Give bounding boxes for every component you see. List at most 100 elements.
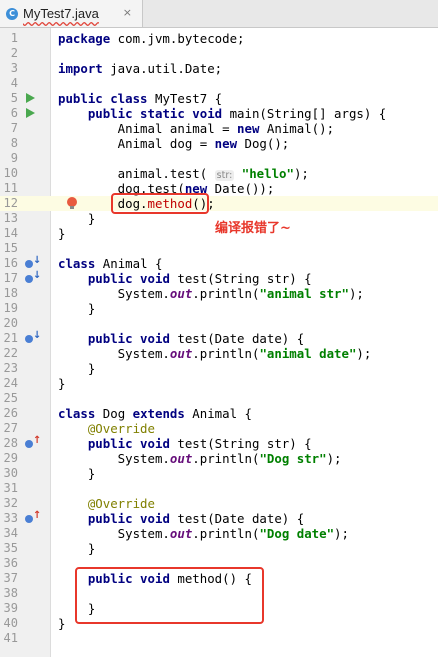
line-number: 20 bbox=[3, 316, 18, 330]
line-number: 23 bbox=[3, 361, 18, 375]
line-number: 29 bbox=[3, 451, 18, 465]
line-number: 3 bbox=[10, 61, 18, 75]
code-text: import java.util.Date; bbox=[58, 61, 223, 76]
line-number: 27 bbox=[3, 421, 18, 435]
code-text: System.out.println("animal str"); bbox=[58, 286, 364, 301]
code-text: } bbox=[58, 361, 96, 376]
code-line[interactable]: 23 } bbox=[0, 361, 438, 376]
code-line[interactable]: 16 ↓ class Animal { bbox=[0, 255, 438, 271]
code-line[interactable]: 11 dog.test(new Date()); bbox=[0, 181, 438, 196]
run-icon[interactable] bbox=[26, 108, 35, 118]
code-line[interactable]: 24} bbox=[0, 376, 438, 391]
line-number: 30 bbox=[3, 466, 18, 480]
code-line[interactable]: 27 @Override bbox=[0, 421, 438, 436]
editor-tab-bar: C MyTest7.java × bbox=[0, 0, 438, 28]
line-number: 9 bbox=[10, 151, 18, 165]
code-line[interactable]: 33 ↑ public void test(Date date) { bbox=[0, 510, 438, 526]
code-line[interactable]: 20 bbox=[0, 316, 438, 331]
code-line[interactable]: 21 ↓ public void test(Date date) { bbox=[0, 330, 438, 346]
code-line[interactable]: 18 System.out.println("animal str"); bbox=[0, 286, 438, 301]
line-number: 15 bbox=[3, 241, 18, 255]
code-line[interactable]: 8 Animal dog = new Dog(); bbox=[0, 136, 438, 151]
line-number: 41 bbox=[3, 631, 18, 645]
line-number: 32 bbox=[3, 496, 18, 510]
line-number: 13 bbox=[3, 211, 18, 225]
line-number: 25 bbox=[3, 391, 18, 405]
code-line[interactable]: 5 public class MyTest7 { bbox=[0, 91, 438, 106]
line-number: 10 bbox=[3, 166, 18, 180]
code-line[interactable]: 10 animal.test( str: "hello"); bbox=[0, 166, 438, 181]
code-text: System.out.println("Dog date"); bbox=[58, 526, 349, 541]
line-number: 5 bbox=[10, 91, 18, 105]
error-highlight-call bbox=[111, 193, 209, 214]
line-number: 1 bbox=[10, 31, 18, 45]
code-text: } bbox=[58, 376, 66, 391]
code-text: public void test(Date date) { bbox=[87, 331, 305, 346]
code-text: } bbox=[58, 226, 66, 241]
code-line[interactable]: 31 bbox=[0, 481, 438, 496]
run-icon[interactable] bbox=[26, 93, 35, 103]
code-text: public void test(String str) { bbox=[87, 271, 312, 286]
code-line[interactable]: 41 bbox=[0, 631, 438, 646]
java-class-icon: C bbox=[6, 7, 18, 20]
code-text: public void test(String str) { bbox=[87, 436, 312, 451]
code-line[interactable]: 35 } bbox=[0, 541, 438, 556]
code-line[interactable]: 15 bbox=[0, 241, 438, 256]
code-line[interactable]: 12 dog.method(); bbox=[0, 196, 438, 211]
code-text: } bbox=[58, 211, 96, 226]
tab-label: MyTest7.java bbox=[23, 6, 99, 21]
line-number: 39 bbox=[3, 601, 18, 615]
code-line[interactable]: 9 bbox=[0, 151, 438, 166]
code-line[interactable]: 34 System.out.println("Dog date"); bbox=[0, 526, 438, 541]
code-line[interactable]: 7 Animal animal = new Animal(); bbox=[0, 121, 438, 136]
line-number: 37 bbox=[3, 571, 18, 585]
tab-mytest7[interactable]: C MyTest7.java × bbox=[0, 0, 143, 27]
code-text: } bbox=[58, 541, 96, 556]
code-line[interactable]: 19 } bbox=[0, 301, 438, 316]
code-line[interactable]: 25 bbox=[0, 391, 438, 406]
code-line[interactable]: 6 public static void main(String[] args)… bbox=[0, 106, 438, 121]
code-line[interactable]: 17 ↓ public void test(String str) { bbox=[0, 270, 438, 286]
line-number: 2 bbox=[10, 46, 18, 60]
code-text: Animal animal = new Animal(); bbox=[58, 121, 335, 136]
close-icon[interactable]: × bbox=[123, 6, 132, 19]
code-line[interactable]: 28 ↑ public void test(String str) { bbox=[0, 435, 438, 451]
code-editor[interactable]: 1 package com.jvm.bytecode; 2 3 import java.… bbox=[0, 28, 438, 657]
code-line[interactable]: 1 package com.jvm.bytecode; bbox=[0, 31, 438, 46]
code-text: public void test(Date date) { bbox=[87, 511, 305, 526]
implemented-down-icon[interactable]: ↓ bbox=[25, 270, 41, 285]
line-number: 31 bbox=[3, 481, 18, 495]
code-line[interactable]: 4 bbox=[0, 76, 438, 91]
code-text: System.out.println("Dog str"); bbox=[58, 451, 342, 466]
line-number: 21 bbox=[3, 331, 18, 345]
line-number: 22 bbox=[3, 346, 18, 360]
code-text: class Dog extends Animal { bbox=[58, 406, 252, 421]
code-text: public class MyTest7 { bbox=[58, 91, 223, 106]
line-number: 8 bbox=[10, 136, 18, 150]
code-line[interactable]: 30 } bbox=[0, 466, 438, 481]
code-text: @Override bbox=[87, 421, 155, 436]
line-number: 6 bbox=[10, 106, 18, 120]
code-line[interactable]: 32 @Override bbox=[0, 496, 438, 511]
code-text: @Override bbox=[87, 496, 155, 511]
line-number: 28 bbox=[3, 436, 18, 450]
code-line[interactable]: 2 bbox=[0, 46, 438, 61]
code-text: package com.jvm.bytecode; bbox=[58, 31, 245, 46]
line-number: 18 bbox=[3, 286, 18, 300]
line-number: 16 bbox=[3, 256, 18, 270]
line-number: 12 bbox=[3, 196, 18, 210]
code-line[interactable]: 26 class Dog extends Animal { bbox=[0, 406, 438, 421]
overrides-up-icon[interactable]: ↑ bbox=[25, 510, 41, 525]
code-line[interactable]: 3 import java.util.Date; bbox=[0, 61, 438, 76]
error-note: 编译报错了~ bbox=[215, 221, 291, 236]
line-number: 17 bbox=[3, 271, 18, 285]
overrides-up-icon[interactable]: ↑ bbox=[25, 435, 41, 450]
line-number: 40 bbox=[3, 616, 18, 630]
code-text: } bbox=[58, 466, 96, 481]
line-number: 4 bbox=[10, 76, 18, 90]
implemented-down-icon[interactable]: ↓ bbox=[25, 330, 41, 345]
code-line[interactable]: 29 System.out.println("Dog str"); bbox=[0, 451, 438, 466]
code-line[interactable]: 22 System.out.println("animal date"); bbox=[0, 346, 438, 361]
line-number: 24 bbox=[3, 376, 18, 390]
implemented-down-icon[interactable]: ↓ bbox=[25, 255, 41, 270]
